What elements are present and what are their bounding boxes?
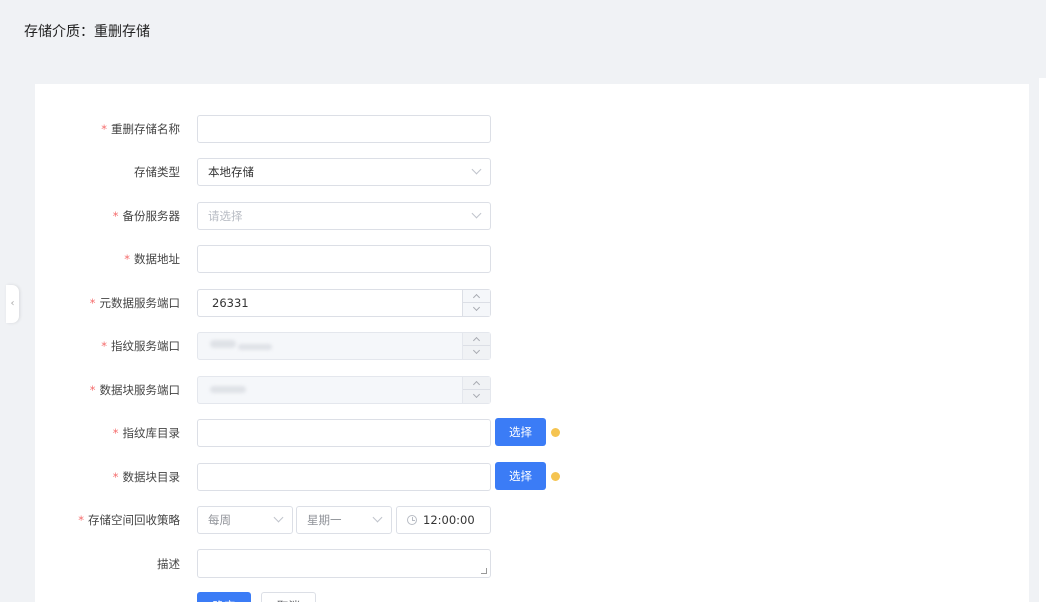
name-input[interactable] [197, 115, 491, 143]
chevron-up-icon [472, 293, 481, 302]
backup-server-label: * 备份服务器 [112, 209, 180, 223]
fingerprint-dir-select-button[interactable]: 选择 [495, 418, 546, 446]
increase-button[interactable] [463, 290, 490, 303]
storage-type-label: 存储类型 [134, 165, 180, 179]
fingerprint-port-label: * 指纹服务端口 [101, 339, 180, 353]
storage-type-select[interactable]: 本地存储 [197, 158, 491, 186]
block-dir-select-button[interactable]: 选择 [495, 462, 546, 490]
redacted-value [210, 386, 246, 393]
block-port-input [197, 376, 491, 404]
block-port-stepper [462, 377, 490, 403]
chevron-down-icon [472, 390, 481, 399]
meta-port-input[interactable]: 26331 [197, 289, 491, 317]
chevron-up-icon [472, 336, 481, 345]
recycle-day-select[interactable]: 星期一 [296, 506, 392, 534]
fingerprint-dir-label: * 指纹库目录 [112, 426, 180, 440]
storage-type-value: 本地存储 [208, 165, 254, 179]
page-header: 存储介质：重删存储 [0, 0, 1046, 82]
name-label: * 重删存储名称 [101, 122, 180, 136]
data-address-label: * 数据地址 [124, 252, 180, 266]
chevron-down-icon [472, 303, 481, 312]
cancel-button[interactable]: 取消 [261, 592, 316, 602]
redacted-value [210, 340, 236, 348]
recycle-period-select[interactable]: 每周 [197, 506, 293, 534]
info-icon[interactable] [551, 472, 560, 481]
backup-server-select[interactable]: 请选择 [197, 202, 491, 230]
increase-button [463, 377, 490, 390]
increase-button [463, 333, 490, 346]
chevron-down-icon [471, 164, 482, 175]
info-icon[interactable] [551, 428, 560, 437]
ok-button[interactable]: 确定 [197, 592, 251, 602]
meta-port-value: 26331 [212, 296, 249, 310]
chevron-down-icon [372, 512, 383, 523]
chevron-down-icon [273, 512, 284, 523]
block-dir-input[interactable] [197, 463, 491, 491]
recycle-policy-label: * 存储空间回收策略 [78, 513, 180, 527]
right-edge-strip [1039, 78, 1046, 602]
fingerprint-port-stepper [462, 333, 490, 359]
chevron-down-icon [472, 346, 481, 355]
recycle-time-value: 12:00:00 [423, 513, 475, 527]
chevron-down-icon [471, 208, 482, 219]
redacted-value [238, 344, 272, 350]
description-textarea[interactable] [197, 549, 491, 578]
meta-port-label: * 元数据服务端口 [89, 296, 180, 310]
block-dir-label: * 数据块目录 [112, 470, 180, 484]
meta-port-stepper[interactable] [462, 290, 490, 316]
recycle-time-picker[interactable]: 12:00:00 [396, 506, 491, 534]
decrease-button[interactable] [463, 303, 490, 316]
form-card: * 重删存储名称 存储类型 本地存储 * 备份服务器 请选择 * 数据地址 * 元数据服… [35, 84, 1029, 602]
backup-server-placeholder: 请选择 [208, 209, 243, 223]
recycle-period-value: 每周 [208, 513, 231, 527]
decrease-button [463, 390, 490, 403]
fingerprint-dir-input[interactable] [197, 419, 491, 447]
description-label: 描述 [157, 557, 180, 571]
decrease-button [463, 346, 490, 359]
clock-icon [407, 515, 417, 525]
resize-handle-icon[interactable] [481, 568, 487, 574]
fingerprint-port-input [197, 332, 491, 360]
recycle-day-value: 星期一 [307, 513, 342, 527]
page-title: 存储介质：重删存储 [24, 24, 150, 40]
data-address-input[interactable] [197, 245, 491, 273]
chevron-up-icon [472, 380, 481, 389]
block-port-label: * 数据块服务端口 [89, 383, 180, 397]
